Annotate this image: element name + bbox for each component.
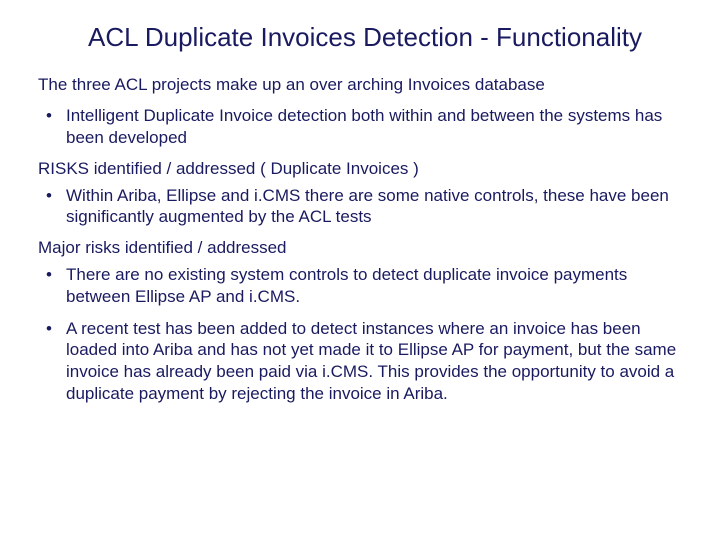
intro-bullets: Intelligent Duplicate Invoice detection … xyxy=(38,105,682,149)
major-risks-heading: Major risks identified / addressed xyxy=(38,238,682,258)
slide-title: ACL Duplicate Invoices Detection - Funct… xyxy=(48,22,682,53)
list-item: Within Ariba, Ellipse and i.CMS there ar… xyxy=(38,185,682,229)
list-item: Intelligent Duplicate Invoice detection … xyxy=(38,105,682,149)
major-bullets: There are no existing system controls to… xyxy=(38,264,682,405)
risks-bullets: Within Ariba, Ellipse and i.CMS there ar… xyxy=(38,185,682,229)
intro-text: The three ACL projects make up an over a… xyxy=(38,75,682,95)
list-item: There are no existing system controls to… xyxy=(38,264,682,308)
list-item: A recent test has been added to detect i… xyxy=(38,318,682,405)
risks-heading: RISKS identified / addressed ( Duplicate… xyxy=(38,159,682,179)
